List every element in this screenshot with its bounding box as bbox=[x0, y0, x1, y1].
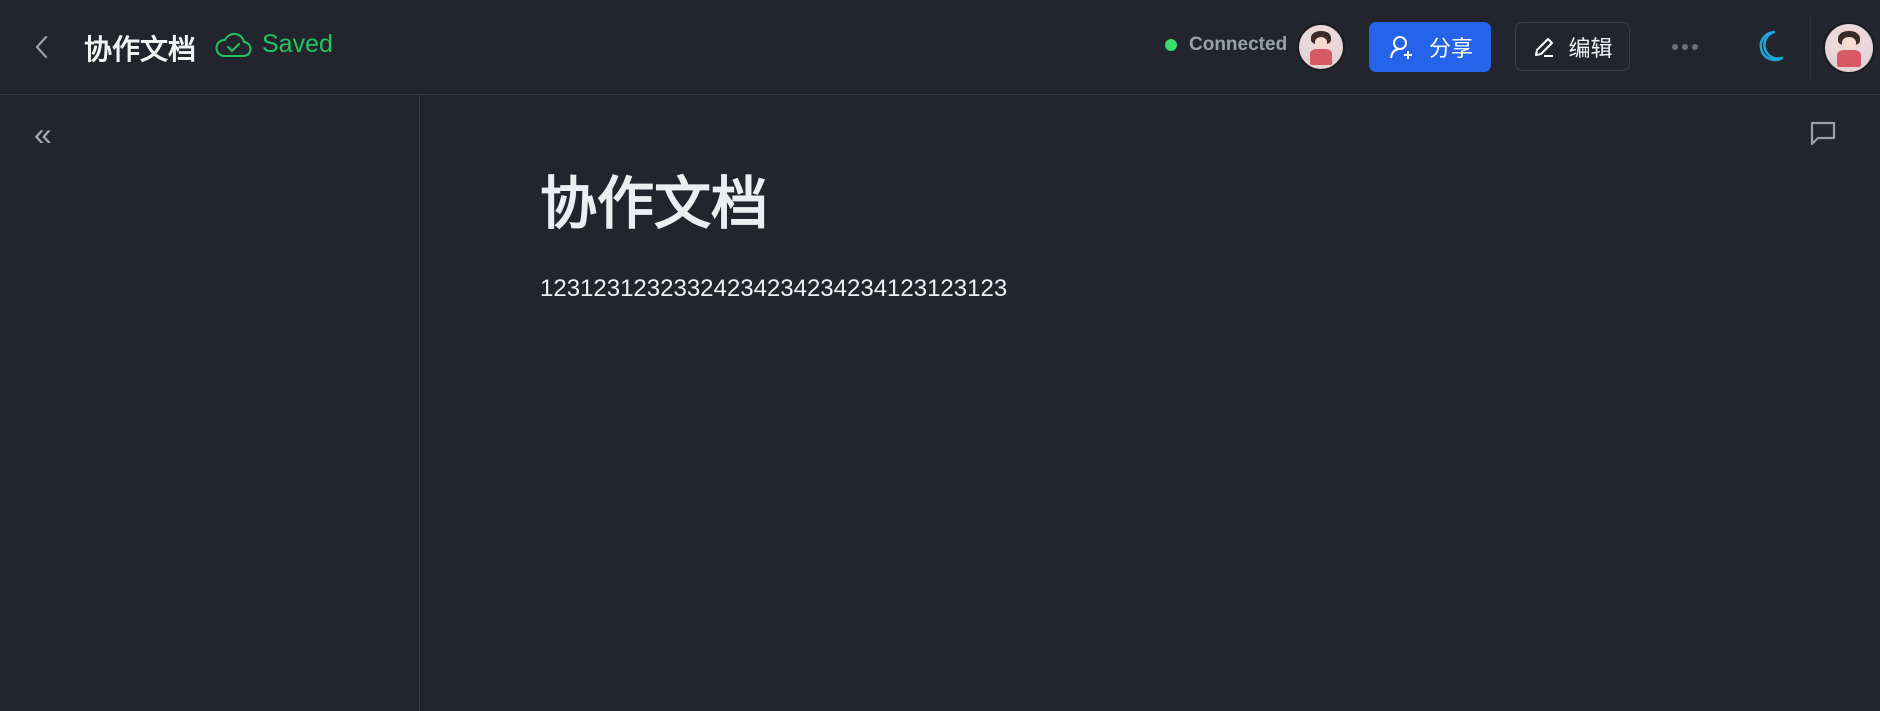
user-avatar[interactable] bbox=[1823, 22, 1875, 74]
document-heading[interactable]: 协作文档 bbox=[540, 158, 768, 240]
top-bar: 协作文档 Saved Connected 分享 编辑 bbox=[0, 0, 1880, 95]
comment-button[interactable] bbox=[1808, 118, 1838, 153]
divider bbox=[1810, 16, 1811, 78]
user-plus-icon bbox=[1389, 36, 1412, 59]
edit-label: 编辑 bbox=[1568, 35, 1613, 61]
document-paragraph[interactable]: 12312312323324234234234234123123123 bbox=[540, 275, 1007, 303]
more-options-button[interactable] bbox=[1670, 36, 1700, 58]
comment-icon bbox=[1810, 121, 1836, 146]
cloud-check-icon bbox=[215, 32, 252, 57]
sidebar bbox=[0, 95, 420, 711]
moon-icon bbox=[1759, 30, 1784, 62]
status-dot-icon bbox=[1165, 39, 1177, 51]
theme-toggle-button[interactable] bbox=[1752, 28, 1786, 69]
share-button[interactable]: 分享 bbox=[1369, 22, 1491, 72]
connection-status: Connected bbox=[1165, 34, 1287, 56]
document-title: 协作文档 bbox=[84, 34, 197, 65]
pencil-icon bbox=[1535, 37, 1554, 57]
connection-label: Connected bbox=[1189, 34, 1288, 55]
back-button[interactable] bbox=[30, 32, 54, 62]
collapse-sidebar-icon[interactable]: « bbox=[34, 118, 52, 150]
save-status-label: Saved bbox=[262, 30, 333, 58]
chevron-left-icon bbox=[35, 35, 48, 59]
share-label: 分享 bbox=[1428, 36, 1473, 61]
collaborator-avatar[interactable] bbox=[1297, 23, 1345, 71]
save-status: Saved bbox=[214, 30, 333, 59]
edit-button[interactable]: 编辑 bbox=[1515, 22, 1630, 71]
